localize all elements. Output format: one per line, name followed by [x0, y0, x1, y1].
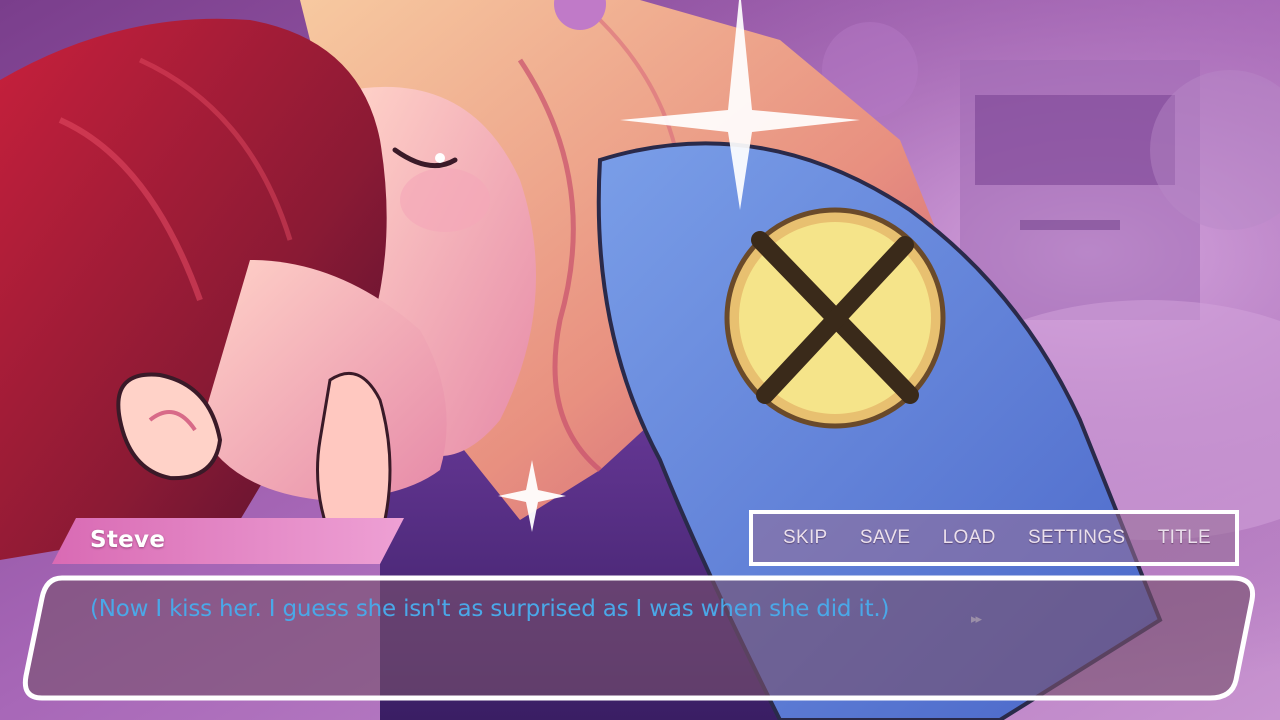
speaker-name: Steve — [90, 527, 166, 553]
title-button[interactable]: TITLE — [1158, 527, 1211, 549]
save-button[interactable]: SAVE — [860, 527, 910, 549]
dialogue-text: (Now I kiss her. I guess she isn't as su… — [90, 596, 890, 622]
game-screen[interactable]: Steve SKIP SAVE LOAD SETTINGS TITLE (Now… — [0, 0, 1280, 720]
skip-button[interactable]: SKIP — [783, 527, 828, 549]
speaker-name-plate: Steve — [52, 518, 404, 564]
settings-button[interactable]: SETTINGS — [1028, 527, 1125, 549]
quick-menu: SKIP SAVE LOAD SETTINGS TITLE — [749, 510, 1239, 566]
load-button[interactable]: LOAD — [943, 527, 996, 549]
advance-arrow-icon[interactable]: ▸▸ — [971, 612, 982, 627]
